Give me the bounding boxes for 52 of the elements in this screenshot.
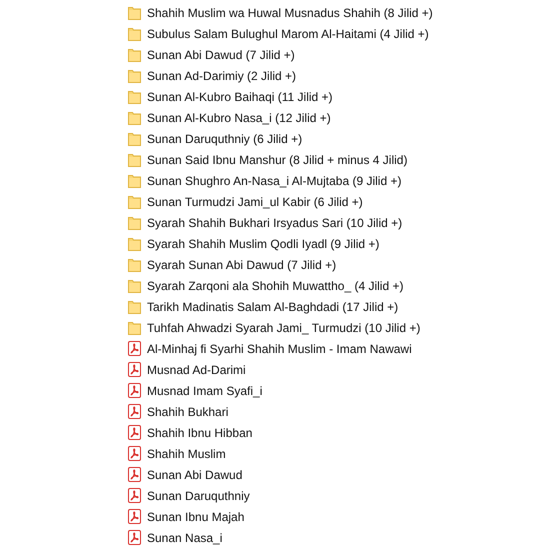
folder-icon (128, 6, 141, 20)
file-name[interactable]: Sunan Abi Dawud (7 Jilid +) (147, 48, 295, 62)
file-name[interactable]: Sunan Ad-Darimiy (2 Jilid +) (147, 68, 296, 82)
file-name[interactable]: Musnad Ad-Darimi (147, 362, 246, 376)
folder-icon (128, 300, 141, 314)
folder-icon (128, 68, 141, 82)
folder-icon (128, 152, 141, 166)
folder-icon (128, 320, 141, 334)
file-name[interactable]: Sunan Shughro An-Nasa_i Al-Mujtaba (9 Jilid +) (147, 174, 402, 188)
file-name[interactable]: Syarah Zarqoni ala Shohih Muwattho_ (4 Jilid +) (147, 278, 404, 292)
file-name[interactable]: Shahih Muslim (147, 446, 226, 460)
pdf-file-icon (128, 404, 141, 419)
file-name[interactable]: Shahih Ibnu Hibban (147, 426, 252, 440)
file-name[interactable]: Sunan Turmudzi Jami_ul Kabir (6 Jilid +) (147, 194, 363, 208)
pdf-file-icon (128, 446, 141, 461)
file-name[interactable]: Syarah Shahih Muslim Qodli Iyadl (9 Jilid +) (147, 236, 380, 250)
file-name[interactable]: Sunan Ibnu Majah (147, 510, 244, 524)
pdf-file-icon (128, 341, 141, 356)
file-name[interactable]: Tuhfah Ahwadzi Syarah Jami_ Turmudzi (10 Jilid +) (147, 320, 420, 334)
file-name[interactable]: Shahih Muslim wa Huwal Musnadus Shahih (8 Jilid +) (147, 6, 433, 20)
file-name[interactable]: Sunan Nasa_i (147, 530, 222, 544)
folder-icon (128, 48, 141, 62)
file-name[interactable]: Syarah Sunan Abi Dawud (7 Jilid +) (147, 258, 336, 272)
file-name[interactable]: Sunan Al-Kubro Baihaqi (11 Jilid +) (147, 90, 333, 104)
file-name[interactable]: Tarikh Madinatis Salam Al-Baghdadi (17 Jilid +) (147, 300, 398, 314)
folder-icon (128, 236, 141, 250)
pdf-file-icon (128, 362, 141, 377)
folder-icon (128, 216, 141, 230)
folder-icon (128, 26, 141, 40)
pdf-file-icon (128, 488, 141, 503)
folder-icon (128, 90, 141, 104)
file-name[interactable]: Musnad Imam Syafi_i (147, 384, 262, 398)
folder-icon (128, 110, 141, 124)
pdf-file-icon (128, 509, 141, 524)
folder-icon (128, 278, 141, 292)
file-name[interactable]: Syarah Shahih Bukhari Irsyadus Sari (10 Jilid +) (147, 216, 402, 230)
pdf-file-icon (128, 467, 141, 482)
file-name[interactable]: Sunan Said Ibnu Manshur (8 Jilid + minus 4 Jilid) (147, 152, 408, 166)
folder-icon (128, 132, 141, 146)
pdf-file-icon (128, 383, 141, 398)
folder-icon (128, 258, 141, 272)
pdf-file-icon (128, 425, 141, 440)
file-name[interactable]: Sunan Daruquthniy (6 Jilid +) (147, 132, 302, 146)
file-name[interactable]: Sunan Daruquthniy (147, 488, 250, 502)
file-name[interactable]: Shahih Bukhari (147, 404, 228, 418)
pdf-file-icon (128, 530, 141, 545)
folder-icon (128, 174, 141, 188)
file-name[interactable]: Subulus Salam Bulughul Marom Al-Haitami (4 Jilid +) (147, 26, 429, 40)
file-name[interactable]: Sunan Abi Dawud (147, 468, 242, 482)
file-name[interactable]: Sunan Al-Kubro Nasa_i (12 Jilid +) (147, 110, 331, 124)
folder-icon (128, 194, 141, 208)
file-name[interactable]: Al-Minhaj fi Syarhi Shahih Muslim - Imam Nawawi (147, 342, 412, 356)
